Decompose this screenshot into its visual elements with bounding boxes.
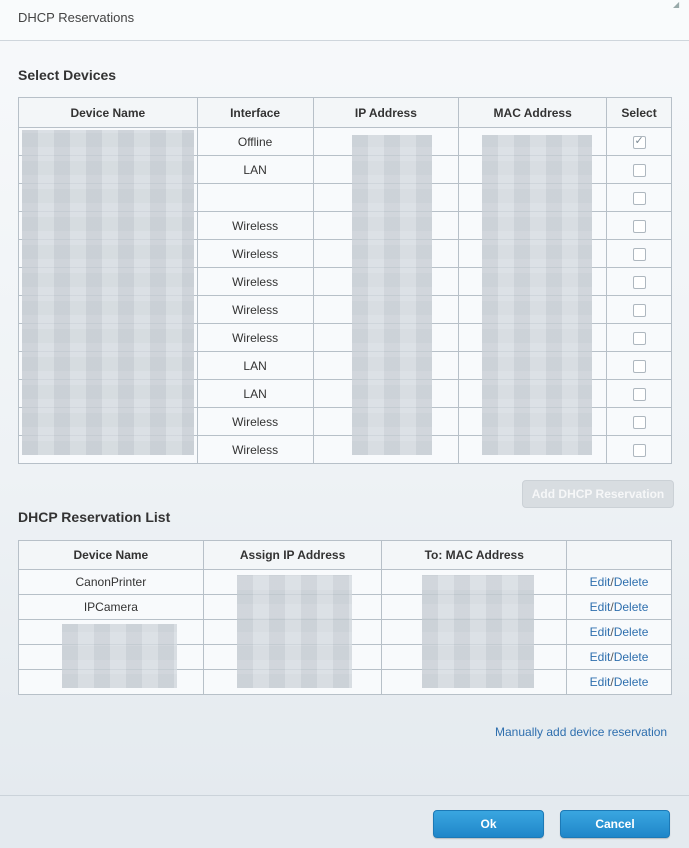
select-checkbox[interactable] bbox=[632, 191, 646, 205]
interface-cell: Wireless bbox=[196, 435, 314, 464]
redacted-reserved-macs bbox=[422, 575, 534, 688]
select-cell bbox=[606, 435, 672, 464]
window-title: DHCP Reservations bbox=[18, 10, 135, 25]
edit-link[interactable]: Edit bbox=[590, 650, 611, 664]
window-titlebar: DHCP Reservations ◢ bbox=[0, 0, 689, 41]
select-devices-title: Select Devices bbox=[18, 67, 117, 83]
delete-link[interactable]: Delete bbox=[614, 625, 649, 639]
redacted-reservation-names bbox=[62, 624, 177, 688]
select-cell bbox=[606, 211, 672, 240]
reservation-list-title: DHCP Reservation List bbox=[18, 509, 171, 525]
interface-cell: LAN bbox=[196, 155, 314, 184]
interface-cell bbox=[196, 183, 314, 212]
interface-cell: Wireless bbox=[196, 295, 314, 324]
delete-link[interactable]: Delete bbox=[614, 575, 649, 589]
select-checkbox[interactable] bbox=[632, 387, 646, 401]
interface-cell: Wireless bbox=[196, 407, 314, 436]
reservation-device-cell: IPCamera bbox=[18, 594, 204, 620]
interface-cell: Wireless bbox=[196, 323, 314, 352]
delete-link[interactable]: Delete bbox=[614, 600, 649, 614]
select-cell bbox=[606, 351, 672, 380]
reservation-header-cell: Assign IP Address bbox=[202, 540, 383, 570]
edit-link[interactable]: Edit bbox=[590, 625, 611, 639]
edit-link[interactable]: Edit bbox=[590, 600, 611, 614]
interface-cell: Wireless bbox=[196, 267, 314, 296]
select-cell bbox=[606, 267, 672, 296]
select-cell bbox=[606, 407, 672, 436]
select-cell bbox=[606, 379, 672, 408]
delete-link[interactable]: Delete bbox=[614, 650, 649, 664]
reservation-actions-cell: Edit/Delete bbox=[566, 644, 672, 670]
interface-cell: Wireless bbox=[196, 211, 314, 240]
interface-cell: LAN bbox=[196, 379, 314, 408]
devices-header-cell: IP Address bbox=[312, 97, 460, 128]
manual-add-reservation-link[interactable]: Manually add device reservation bbox=[495, 725, 667, 739]
select-checkbox[interactable] bbox=[632, 275, 646, 289]
devices-header-cell: Interface bbox=[196, 97, 314, 128]
redacted-assigned-ips bbox=[237, 575, 352, 688]
add-dhcp-reservation-button[interactable]: Add DHCP Reservation bbox=[522, 480, 674, 508]
select-cell bbox=[606, 239, 672, 268]
redacted-device-names bbox=[22, 130, 194, 455]
select-checkbox[interactable] bbox=[632, 163, 646, 177]
select-cell bbox=[606, 295, 672, 324]
cancel-button[interactable]: Cancel bbox=[560, 810, 670, 838]
devices-header-cell: Select bbox=[606, 97, 672, 128]
reservation-header-cell bbox=[566, 540, 672, 570]
edit-link[interactable]: Edit bbox=[590, 575, 611, 589]
select-checkbox[interactable] bbox=[632, 331, 646, 345]
reservation-actions-cell: Edit/Delete bbox=[566, 569, 672, 595]
select-cell bbox=[606, 323, 672, 352]
select-checkbox[interactable] bbox=[632, 134, 646, 149]
ok-button[interactable]: Ok bbox=[433, 810, 544, 838]
resize-corner-icon: ◢ bbox=[673, 0, 680, 9]
reservation-header-cell: To: MAC Address bbox=[381, 540, 568, 570]
select-checkbox[interactable] bbox=[632, 359, 646, 373]
reservation-header-cell: Device Name bbox=[18, 540, 204, 570]
redacted-ip-addresses bbox=[352, 135, 432, 455]
select-checkbox[interactable] bbox=[632, 415, 646, 429]
devices-header-cell: MAC Address bbox=[458, 97, 608, 128]
edit-link[interactable]: Edit bbox=[590, 675, 611, 689]
reservation-actions-cell: Edit/Delete bbox=[566, 619, 672, 645]
interface-cell: Offline bbox=[196, 127, 314, 156]
reservation-device-cell: CanonPrinter bbox=[18, 569, 204, 595]
select-cell bbox=[606, 155, 672, 184]
interface-cell: Wireless bbox=[196, 239, 314, 268]
interface-cell: LAN bbox=[196, 351, 314, 380]
select-checkbox[interactable] bbox=[632, 443, 646, 457]
devices-header-cell: Device Name bbox=[18, 97, 198, 128]
select-cell bbox=[606, 183, 672, 212]
delete-link[interactable]: Delete bbox=[614, 675, 649, 689]
redacted-mac-addresses bbox=[482, 135, 592, 455]
reservation-actions-cell: Edit/Delete bbox=[566, 594, 672, 620]
select-checkbox[interactable] bbox=[632, 247, 646, 261]
select-cell bbox=[606, 127, 672, 156]
select-checkbox[interactable] bbox=[632, 219, 646, 233]
reservation-actions-cell: Edit/Delete bbox=[566, 669, 672, 695]
select-checkbox[interactable] bbox=[632, 303, 646, 317]
